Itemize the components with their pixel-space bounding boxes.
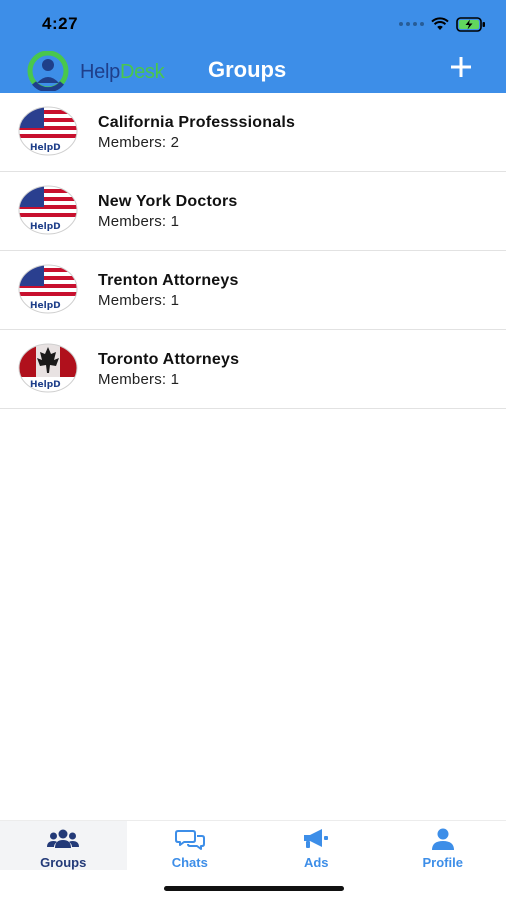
helpdesk-logo: HelpDesk: [22, 50, 187, 93]
tab-ads[interactable]: Ads: [253, 821, 380, 870]
home-indicator[interactable]: [164, 886, 344, 891]
group-list: HelpD California Professsionals Members:…: [0, 93, 506, 409]
avatar-text: HelpD: [30, 222, 61, 232]
tab-label: Ads: [303, 855, 329, 870]
battery-charging-icon: [456, 16, 485, 32]
group-name: California Professsionals: [98, 114, 296, 131]
canada-flag-avatar: HelpD: [18, 343, 78, 393]
logo-desk-text: Desk: [119, 61, 165, 83]
group-members-count: Members: 1: [98, 371, 180, 388]
tab-chats[interactable]: Chats: [127, 821, 254, 870]
group-members-count: Members: 1: [98, 213, 180, 230]
us-flag-avatar: HelpD: [18, 106, 78, 156]
tab-profile[interactable]: Profile: [380, 821, 506, 870]
tab-label: Chats: [171, 855, 208, 870]
add-group-button[interactable]: [446, 52, 476, 82]
logo-help-text: Help: [80, 61, 120, 83]
page-title: Groups: [208, 57, 287, 82]
avatar-text: HelpD: [30, 143, 61, 153]
status-time: 4:27: [42, 14, 79, 33]
tab-groups[interactable]: Groups: [0, 821, 127, 870]
avatar-text: HelpD: [30, 301, 61, 311]
group-members-count: Members: 1: [98, 292, 180, 309]
megaphone-icon: [300, 827, 332, 850]
group-members-count: Members: 2: [98, 134, 180, 151]
chat-bubbles-icon: [174, 827, 206, 850]
group-name: Trenton Attorneys: [98, 272, 239, 289]
status-icons: [399, 16, 486, 32]
cellular-signal-icon: [399, 22, 424, 26]
group-row[interactable]: HelpD California Professsionals Members:…: [0, 93, 506, 172]
group-row[interactable]: HelpD New York Doctors Members: 1: [0, 172, 506, 251]
group-row[interactable]: HelpD Toronto Attorneys Members: 1: [0, 330, 506, 409]
group-name: New York Doctors: [98, 193, 238, 210]
tab-label: Groups: [40, 855, 87, 870]
plus-icon: [451, 57, 471, 77]
tab-bar: Groups Chats Ads Profile: [0, 820, 506, 870]
helpdesk-logo-icon: [27, 50, 69, 93]
tab-label: Profile: [422, 855, 463, 870]
group-row[interactable]: HelpD Trenton Attorneys Members: 1: [0, 251, 506, 330]
status-bar: 4:27: [0, 0, 506, 48]
navigation-bar: HelpDesk Groups: [0, 48, 506, 93]
avatar-text: HelpD: [30, 380, 61, 390]
group-name: Toronto Attorneys: [98, 351, 240, 368]
wifi-icon: [431, 17, 449, 30]
person-icon: [427, 827, 459, 850]
app-header: 4:27 HelpDesk Groups: [0, 0, 506, 93]
us-flag-avatar: HelpD: [18, 185, 78, 235]
users-icon: [47, 827, 80, 850]
us-flag-avatar: HelpD: [18, 264, 78, 314]
logo-text: HelpDesk: [80, 61, 165, 84]
